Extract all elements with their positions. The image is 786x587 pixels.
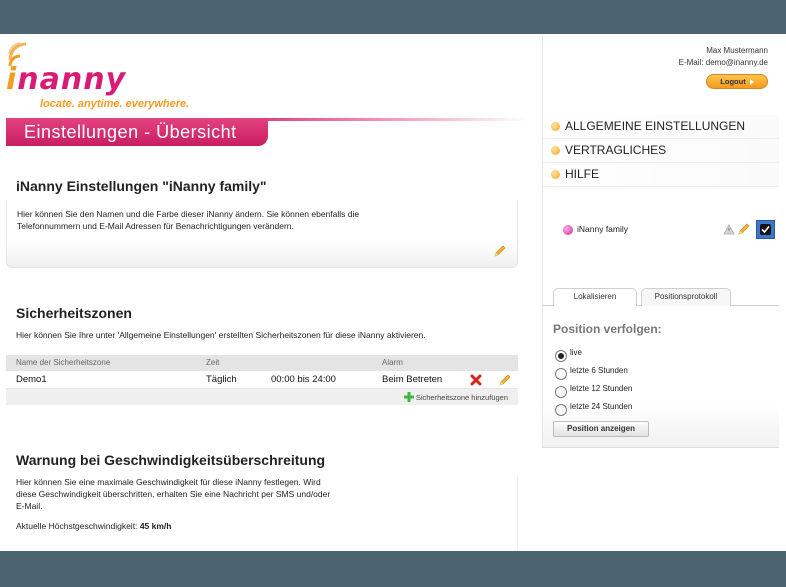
speed-desc-line2: diese Geschwindigkeit überschritten, erh… <box>16 489 331 499</box>
nav-label: HILFE <box>565 167 600 181</box>
radio-label: live <box>570 348 583 357</box>
bullet-icon <box>551 122 560 131</box>
nav-item-general-settings[interactable]: ALLGEMEINE EINSTELLUNGEN <box>543 115 779 139</box>
checkmark-icon <box>761 225 770 234</box>
table-row: Demo1 Täglich 00:00 bis 24:00 Beim Betre… <box>6 371 518 389</box>
show-position-button[interactable]: Position anzeigen <box>553 421 649 437</box>
logo-tagline: locate. anytime. everywhere. <box>40 98 190 110</box>
zones-table-footer: Sicherheitszone hinzufügen <box>6 389 518 405</box>
arrow-right-icon <box>749 79 754 86</box>
inanny-logo[interactable]: inanny locate. anytime. everywhere. <box>6 40 206 110</box>
speed-desc-line1: Hier können Sie eine maximale Geschwindi… <box>16 477 321 487</box>
max-speed-label: Aktuelle Höchstgeschwindigkeit: <box>16 521 138 531</box>
settings-section: iNanny Einstellungen "iNanny family" <box>6 178 518 194</box>
position-panel: Position verfolgen: live letzte 6 Stunde… <box>543 306 779 448</box>
device-row[interactable]: iNanny family <box>543 219 779 241</box>
zones-section: Sicherheitszonen Hier können Sie Ihre un… <box>6 305 518 341</box>
nav-label: VERTRAGLICHES <box>565 143 667 157</box>
edit-pencil-icon[interactable] <box>498 373 512 387</box>
settings-box: Hier können Sie den Namen und die Farbe … <box>6 200 518 268</box>
settings-desc-line1: Hier können Sie den Namen und die Farbe … <box>17 209 360 219</box>
radio-label: letzte 6 Stunden <box>570 366 628 375</box>
user-email: E-Mail: demo@inanny.de <box>678 58 768 67</box>
zones-title: Sicherheitszonen <box>16 305 132 321</box>
warning-triangle-icon[interactable] <box>723 224 735 235</box>
settings-title: iNanny Einstellungen "iNanny family" <box>16 178 267 194</box>
speed-title: Warnung bei Geschwindigkeitsüberschreitu… <box>16 452 326 468</box>
right-panel: Max Mustermann E-Mail: demo@inanny.de Lo… <box>542 36 779 448</box>
delete-x-icon[interactable] <box>470 374 482 386</box>
zones-table: Name der Sicherheitszone Zeit Alarm Demo… <box>6 355 518 405</box>
zone-time: 00:00 bis 24:00 <box>271 374 336 385</box>
speed-section: Warnung bei Geschwindigkeitsüberschreitu… <box>6 452 518 468</box>
add-zone-button[interactable]: Sicherheitszone hinzufügen <box>403 392 508 402</box>
speed-desc-line3: E-Mail. <box>16 501 43 511</box>
zone-name: Demo1 <box>16 374 47 385</box>
zone-day: Täglich <box>206 374 237 385</box>
screen-frame-bottom <box>0 551 786 587</box>
nav-item-contract[interactable]: VERTRAGLICHES <box>543 139 779 163</box>
page: inanny locate. anytime. everywhere. Eins… <box>0 34 786 551</box>
max-speed-value: 45 km/h <box>139 521 172 531</box>
logout-label: Logout <box>720 77 746 86</box>
user-name: Max Mustermann <box>706 46 768 55</box>
zone-alarm: Beim Betreten <box>382 374 443 385</box>
page-title: Einstellungen - Übersicht <box>24 122 237 142</box>
radio-label: letzte 24 Stunden <box>570 402 633 411</box>
radio-label: letzte 12 Stunden <box>570 384 633 393</box>
tab-localize[interactable]: Lokalisieren <box>553 288 637 306</box>
nav-item-help[interactable]: HILFE <box>543 163 779 187</box>
bullet-icon <box>551 146 560 155</box>
zones-desc: Hier können Sie Ihre unter 'Allgemeine E… <box>16 330 426 340</box>
col-time: Zeit <box>206 358 220 367</box>
plus-icon <box>403 392 414 402</box>
radio-button <box>555 386 567 398</box>
radio-button <box>555 404 567 416</box>
settings-desc-line2: Telefonnummern und E-Mail Adressen für B… <box>17 221 294 231</box>
edit-pencil-icon[interactable] <box>493 244 507 258</box>
col-zone-name: Name der Sicherheitszone <box>16 358 111 367</box>
radio-button <box>555 368 567 380</box>
device-checkbox[interactable] <box>756 220 775 239</box>
title-divider <box>268 118 530 121</box>
device-name: iNanny family <box>577 224 629 234</box>
radio-button <box>555 350 567 362</box>
zones-table-header: Name der Sicherheitszone Zeit Alarm <box>6 355 518 371</box>
bullet-icon <box>551 170 560 179</box>
logo-wordmark: inanny <box>6 62 127 97</box>
tab-position-log[interactable]: Positionsprotokoll <box>641 288 731 306</box>
max-speed-line: Aktuelle Höchstgeschwindigkeit: 45 km/h <box>16 520 517 532</box>
position-tabs: Lokalisieren Positionsprotokoll <box>543 288 779 306</box>
nav-label: ALLGEMEINE EINSTELLUNGEN <box>565 119 746 133</box>
edit-pencil-icon[interactable] <box>737 222 751 236</box>
screen-frame-top <box>0 0 786 34</box>
speed-box: Hier können Sie eine maximale Geschwindi… <box>6 476 518 551</box>
position-title: Position verfolgen: <box>553 322 662 336</box>
device-color-dot <box>563 225 573 235</box>
col-alarm: Alarm <box>382 358 403 367</box>
logout-button[interactable]: Logout <box>706 74 768 89</box>
add-zone-label: Sicherheitszone hinzufügen <box>415 393 508 402</box>
page-title-band: Einstellungen - Übersicht <box>6 118 268 146</box>
